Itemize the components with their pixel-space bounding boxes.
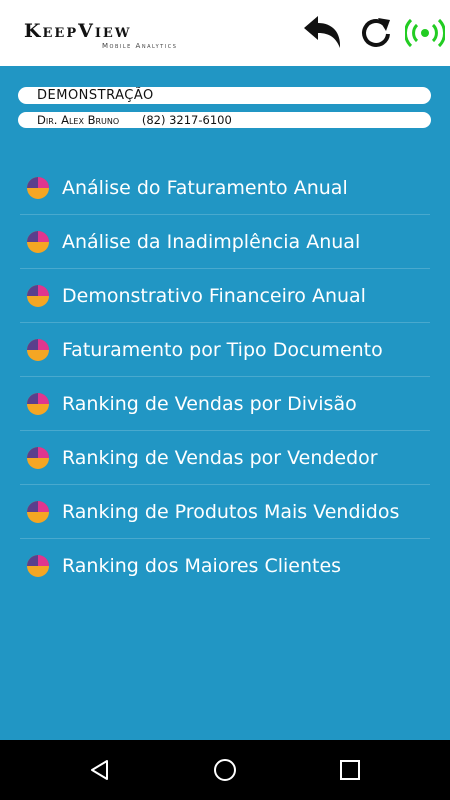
back-icon <box>91 760 108 780</box>
recents-icon <box>340 760 360 780</box>
recents-button[interactable] <box>338 758 362 782</box>
back-button[interactable] <box>88 758 112 782</box>
company-name-pill: DEMONSTRAÇÃO <box>18 87 431 104</box>
undo-icon <box>304 16 341 48</box>
refresh-icon <box>362 18 390 47</box>
brand-logo: KeepView Mobile Analytics <box>24 20 176 50</box>
menu-item[interactable]: Faturamento por Tipo Documento <box>20 323 430 377</box>
connection-status-button[interactable] <box>405 14 445 52</box>
menu-item[interactable]: Ranking de Produtos Mais Vendidos <box>20 485 430 539</box>
contact-pill: Dir. Alex Bruno (82) 3217-6100 <box>18 112 431 128</box>
menu-item-label: Análise do Faturamento Anual <box>62 177 348 199</box>
company-name: DEMONSTRAÇÃO <box>37 88 154 103</box>
menu-item[interactable]: Análise do Faturamento Anual <box>20 161 430 215</box>
system-navigation-bar <box>0 740 450 800</box>
menu-item-label: Análise da Inadimplência Anual <box>62 231 361 253</box>
pie-chart-icon <box>27 177 49 199</box>
undo-button[interactable] <box>300 14 341 52</box>
menu-item-label: Ranking de Vendas por Vendedor <box>62 447 378 469</box>
pie-chart-icon <box>27 447 49 469</box>
refresh-button[interactable] <box>358 14 398 52</box>
broadcast-icon <box>405 18 445 48</box>
brand-tagline: Mobile Analytics <box>102 42 178 50</box>
contact-phone: (82) 3217-6100 <box>141 113 232 127</box>
home-icon <box>214 759 236 781</box>
pie-chart-icon <box>27 393 49 415</box>
pie-chart-icon <box>27 231 49 253</box>
menu-item[interactable]: Ranking de Vendas por Divisão <box>20 377 430 431</box>
menu-item[interactable]: Ranking dos Maiores Clientes <box>20 539 430 593</box>
menu-item-label: Ranking de Vendas por Divisão <box>62 393 357 415</box>
brand-name: KeepView <box>24 20 132 42</box>
pie-chart-icon <box>27 501 49 523</box>
menu-item[interactable]: Ranking de Vendas por Vendedor <box>20 431 430 485</box>
pie-chart-icon <box>27 555 49 577</box>
contact-name: Dir. Alex Bruno <box>37 113 120 127</box>
report-menu: Análise do Faturamento Anual Análise da … <box>20 161 430 593</box>
menu-item-label: Demonstrativo Financeiro Anual <box>62 285 366 307</box>
pie-chart-icon <box>27 285 49 307</box>
menu-item[interactable]: Demonstrativo Financeiro Anual <box>20 269 430 323</box>
app-header: KeepView Mobile Analytics <box>0 0 450 66</box>
pie-chart-icon <box>27 339 49 361</box>
menu-item-label: Faturamento por Tipo Documento <box>62 339 383 361</box>
menu-item-label: Ranking dos Maiores Clientes <box>62 555 342 577</box>
menu-item[interactable]: Análise da Inadimplência Anual <box>20 215 430 269</box>
home-button[interactable] <box>213 758 237 782</box>
menu-item-label: Ranking de Produtos Mais Vendidos <box>62 501 400 523</box>
